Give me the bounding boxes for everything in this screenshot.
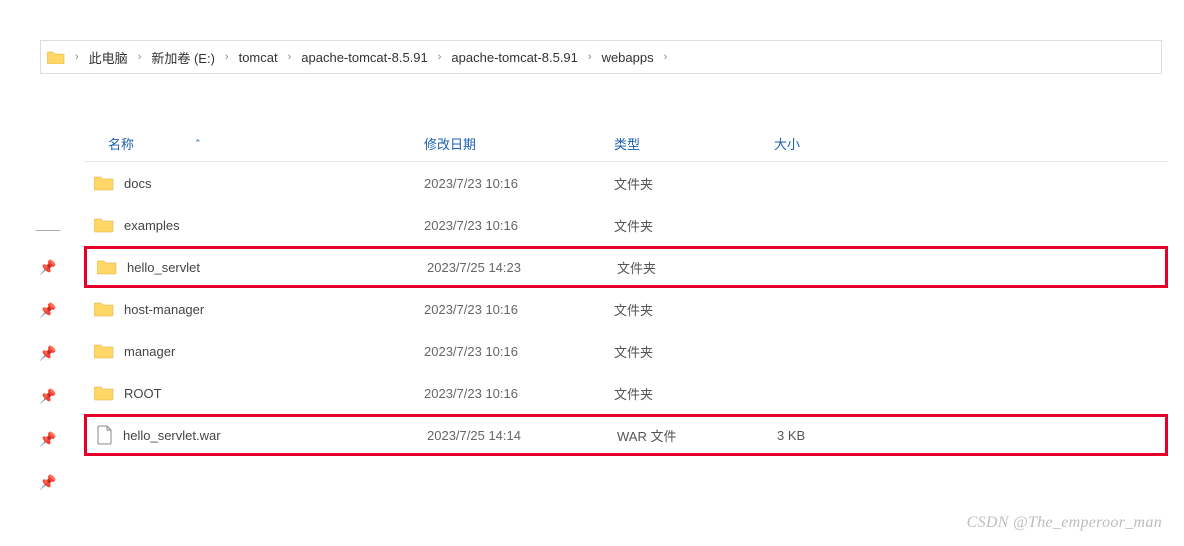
table-row[interactable]: ROOT 2023/7/23 10:16文件夹 <box>84 372 1168 414</box>
file-type: 文件夹 <box>614 174 774 193</box>
column-header-type[interactable]: 类型 <box>614 134 774 153</box>
file-size: 3 KB <box>777 428 897 443</box>
pin-icon[interactable]: 📌 <box>39 431 56 448</box>
folder-icon <box>97 259 117 275</box>
folder-icon <box>94 343 114 359</box>
file-icon <box>97 425 113 445</box>
pin-icon[interactable]: 📌 <box>39 259 56 276</box>
file-date: 2023/7/25 14:23 <box>427 260 617 275</box>
breadcrumb-item[interactable]: 此电脑 <box>85 48 132 67</box>
folder-icon <box>94 217 114 233</box>
chevron-right-icon: › <box>69 51 85 63</box>
column-header-row: 名称 ⌃ 修改日期 类型 大小 <box>84 126 1168 162</box>
file-name: hello_servlet <box>127 260 200 275</box>
breadcrumb-item[interactable]: tomcat <box>235 50 282 65</box>
breadcrumb[interactable]: › 此电脑 › 新加卷 (E:) › tomcat › apache-tomca… <box>40 40 1162 74</box>
file-name: host-manager <box>124 302 204 317</box>
file-type: 文件夹 <box>614 216 774 235</box>
folder-icon <box>94 175 114 191</box>
file-date: 2023/7/23 10:16 <box>424 302 614 317</box>
file-type: 文件夹 <box>614 342 774 361</box>
table-row[interactable]: host-manager 2023/7/23 10:16文件夹 <box>84 288 1168 330</box>
folder-icon <box>94 385 114 401</box>
chevron-right-icon: › <box>658 51 674 63</box>
chevron-right-icon: › <box>582 51 598 63</box>
file-type: 文件夹 <box>617 258 777 277</box>
file-type: 文件夹 <box>614 300 774 319</box>
chevron-right-icon: › <box>432 51 448 63</box>
folder-icon <box>94 301 114 317</box>
file-date: 2023/7/23 10:16 <box>424 176 614 191</box>
file-name: docs <box>124 176 151 191</box>
breadcrumb-item[interactable]: apache-tomcat-8.5.91 <box>297 50 431 65</box>
table-row[interactable]: hello_servlet.war 2023/7/25 14:14WAR 文件3 … <box>84 414 1168 456</box>
breadcrumb-item[interactable]: webapps <box>598 50 658 65</box>
file-date: 2023/7/23 10:16 <box>424 344 614 359</box>
quick-access-rail: 📌 📌 📌 📌 📌 📌 <box>30 230 66 491</box>
column-header-date[interactable]: 修改日期 <box>424 134 614 153</box>
table-row[interactable]: docs 2023/7/23 10:16文件夹 <box>84 162 1168 204</box>
watermark: CSDN @The_emperoor_man <box>967 514 1162 532</box>
pin-icon[interactable]: 📌 <box>39 345 56 362</box>
pin-icon[interactable]: 📌 <box>39 302 56 319</box>
file-name: ROOT <box>124 386 162 401</box>
chevron-right-icon: › <box>132 51 148 63</box>
file-date: 2023/7/23 10:16 <box>424 386 614 401</box>
pin-icon[interactable]: 📌 <box>39 388 56 405</box>
column-label: 名称 <box>108 134 134 153</box>
file-type: 文件夹 <box>614 384 774 403</box>
file-name: manager <box>124 344 175 359</box>
sort-asc-icon: ⌃ <box>194 138 202 149</box>
column-header-name[interactable]: 名称 ⌃ <box>84 134 424 153</box>
table-row[interactable]: manager 2023/7/23 10:16文件夹 <box>84 330 1168 372</box>
file-list: 名称 ⌃ 修改日期 类型 大小 docs2023/7/23 10:16文件夹ex… <box>84 126 1168 456</box>
table-row[interactable]: hello_servlet 2023/7/25 14:23文件夹 <box>84 246 1168 288</box>
chevron-right-icon: › <box>282 51 298 63</box>
divider <box>36 230 60 231</box>
breadcrumb-item[interactable]: 新加卷 (E:) <box>147 48 219 67</box>
table-row[interactable]: examples 2023/7/23 10:16文件夹 <box>84 204 1168 246</box>
chevron-right-icon: › <box>219 51 235 63</box>
column-header-size[interactable]: 大小 <box>774 134 894 153</box>
file-date: 2023/7/23 10:16 <box>424 218 614 233</box>
file-date: 2023/7/25 14:14 <box>427 428 617 443</box>
folder-icon <box>47 50 65 64</box>
breadcrumb-item[interactable]: apache-tomcat-8.5.91 <box>447 50 581 65</box>
pin-icon[interactable]: 📌 <box>39 474 56 491</box>
file-type: WAR 文件 <box>617 426 777 445</box>
file-name: hello_servlet.war <box>123 428 221 443</box>
file-name: examples <box>124 218 180 233</box>
